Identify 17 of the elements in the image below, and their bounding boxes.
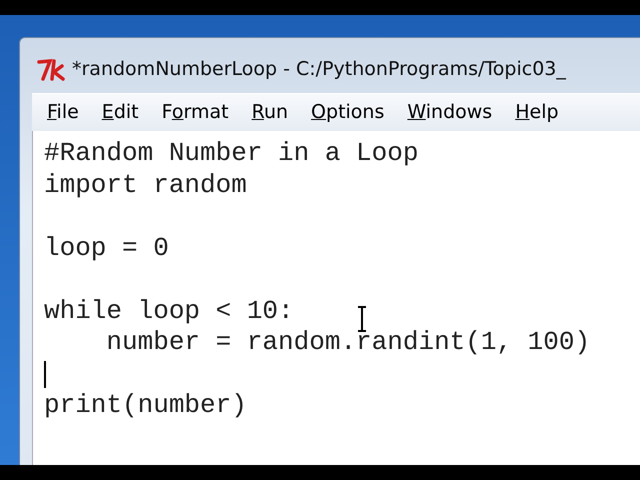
code-line: import random [44, 170, 247, 200]
code-line: #Random Number in a Loop [44, 138, 418, 168]
app-icon [36, 58, 66, 82]
menu-item[interactable]: Format [146, 98, 237, 127]
window-title: *randomNumberLoop - C:/PythonPrograms/Topic03_ [72, 57, 566, 82]
code-editor[interactable]: #Random Number in a Loop import random loop = 0 while loop < 10: number = random.randint(1, 100) print(number) [32, 131, 640, 465]
code-line: number = random.randint(1, 100) [105, 327, 590, 357]
menu-item[interactable]: Options [296, 98, 392, 127]
menu-item[interactable]: File [32, 98, 87, 127]
menu-item[interactable]: Windows [392, 98, 500, 127]
menu-item[interactable]: Help [500, 98, 567, 127]
menu-item[interactable]: Run [236, 98, 296, 127]
code-line: print(number) [44, 390, 247, 420]
code-line: while loop < 10: [44, 296, 294, 326]
text-cursor-icon [357, 306, 367, 332]
code-line: loop = 0 [44, 232, 169, 262]
menu-item[interactable]: Edit [86, 98, 147, 127]
